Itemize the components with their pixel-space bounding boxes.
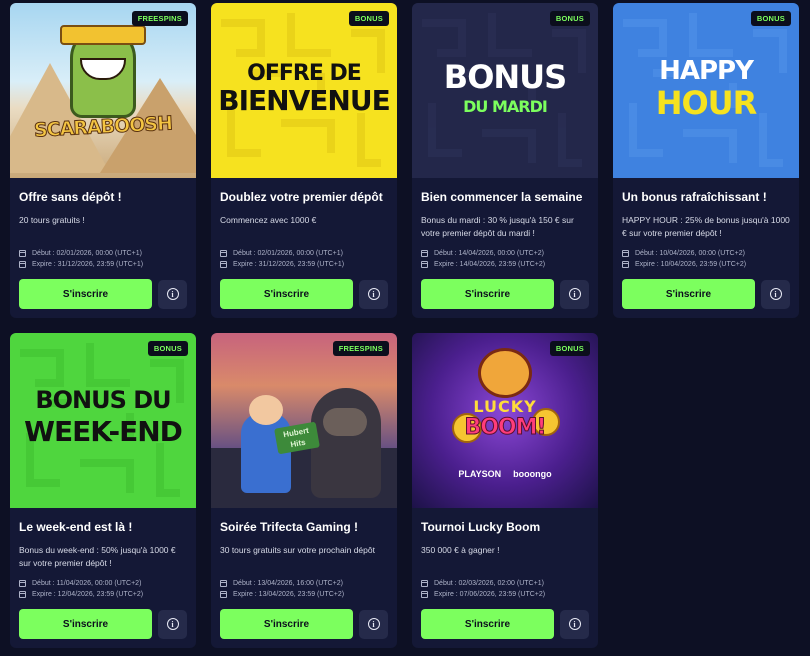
- info-button[interactable]: i: [359, 609, 388, 639]
- promotions-grid: SCARABOOSH FREESPINS Offre sans dépôt ! …: [10, 3, 800, 648]
- info-button[interactable]: i: [359, 279, 388, 309]
- promo-image-scarabosh[interactable]: SCARABOOSH FREESPINS: [10, 3, 196, 178]
- calendar-icon: [421, 591, 428, 598]
- calendar-icon: [19, 591, 26, 598]
- promo-image-bonus-mardi[interactable]: BONUS DU MARDI BONUS: [412, 3, 598, 178]
- promo-badge: FREESPINS: [332, 341, 389, 356]
- promo-badge: BONUS: [348, 11, 389, 26]
- promo-start-date: Début : 13/04/2026, 16:00 (UTC+2): [220, 578, 388, 589]
- calendar-icon: [421, 250, 428, 257]
- promo-start-date: Début : 10/04/2026, 00:00 (UTC+2): [622, 248, 790, 259]
- signup-button[interactable]: S'inscrire: [19, 279, 152, 309]
- promo-badge: FREESPINS: [131, 11, 188, 26]
- promo-start-date: Début : 14/04/2026, 00:00 (UTC+2): [421, 248, 589, 259]
- info-button[interactable]: i: [560, 609, 589, 639]
- art-title-line2: BOOM!: [464, 415, 547, 440]
- promo-expire-date: Expire : 13/04/2026, 23:59 (UTC+2): [220, 589, 388, 600]
- info-icon: i: [367, 288, 380, 300]
- art-title-line1: BONUS DU: [35, 386, 171, 414]
- art-title-line1: OFFRE DE: [247, 61, 362, 86]
- promo-expire-date: Expire : 07/06/2026, 23:59 (UTC+2): [421, 589, 589, 600]
- promo-badge: BONUS: [147, 341, 188, 356]
- info-icon: i: [166, 288, 179, 300]
- promo-image-happy-hour[interactable]: HAPPY HOUR BONUS: [613, 3, 799, 178]
- promo-title: Tournoi Lucky Boom: [421, 520, 541, 534]
- info-button[interactable]: i: [158, 609, 187, 639]
- promo-image-lucky-boom[interactable]: LUCKY BOOM! PLAYSON booongo BONUS: [412, 333, 598, 508]
- promo-title: Un bonus rafraîchissant !: [622, 190, 767, 204]
- info-icon: i: [367, 618, 380, 630]
- art-title-line1: BONUS: [443, 58, 567, 96]
- art-title-line2: BIENVENUE: [218, 84, 390, 117]
- promo-title: Doublez votre premier dépôt: [220, 190, 383, 204]
- info-button[interactable]: i: [761, 279, 790, 309]
- promo-badge: BONUS: [549, 341, 590, 356]
- signup-button[interactable]: S'inscrire: [220, 279, 353, 309]
- promo-card: BONUS DU MARDI BONUS Bien commencer la s…: [412, 3, 598, 318]
- calendar-icon: [19, 250, 26, 257]
- calendar-icon: [220, 580, 227, 587]
- info-icon: i: [568, 618, 581, 630]
- calendar-icon: [220, 261, 227, 268]
- promo-badge: BONUS: [750, 11, 791, 26]
- promo-title: Soirée Trifecta Gaming !: [220, 520, 359, 534]
- promo-description: Bonus du mardi : 30 % jusqu'à 150 € sur …: [421, 215, 574, 238]
- promo-start-date: Début : 11/04/2026, 00:00 (UTC+2): [19, 578, 187, 589]
- info-button[interactable]: i: [560, 279, 589, 309]
- info-icon: i: [568, 288, 581, 300]
- promo-badge: BONUS: [549, 11, 590, 26]
- promo-card: LUCKY BOOM! PLAYSON booongo BONUS Tourno…: [412, 333, 598, 648]
- promo-description: Bonus du week-end : 50% jusqu'à 1000 € s…: [19, 545, 176, 568]
- promo-card: HAPPY HOUR BONUS Un bonus rafraîchissant…: [613, 3, 799, 318]
- info-button[interactable]: i: [158, 279, 187, 309]
- promo-card: OFFRE DE BIENVENUE BONUS Doublez votre p…: [211, 3, 397, 318]
- promo-expire-date: Expire : 14/04/2026, 23:59 (UTC+2): [421, 259, 589, 270]
- promo-card: SCARABOOSH FREESPINS Offre sans dépôt ! …: [10, 3, 196, 318]
- promo-description: Commencez avec 1000 €: [220, 215, 317, 225]
- promo-expire-date: Expire : 31/12/2026, 23:59 (UTC+1): [19, 259, 187, 270]
- art-title-line1: HAPPY: [659, 56, 754, 86]
- calendar-icon: [220, 591, 227, 598]
- promo-description: HAPPY HOUR : 25% de bonus jusqu'à 1000 €…: [622, 215, 790, 238]
- info-icon: i: [769, 288, 782, 300]
- calendar-icon: [421, 261, 428, 268]
- promo-title: Le week-end est là !: [19, 520, 133, 534]
- booongo-logo: booongo: [513, 469, 552, 479]
- promo-start-date: Début : 02/03/2026, 02:00 (UTC+1): [421, 578, 589, 589]
- promo-card: BONUS DU WEEK-END BONUS Le week-end est …: [10, 333, 196, 648]
- promo-description: 20 tours gratuits !: [19, 215, 85, 225]
- art-provider-logos: PLAYSON booongo: [412, 469, 598, 479]
- signup-button[interactable]: S'inscrire: [220, 609, 353, 639]
- art-title-line1: LUCKY: [473, 397, 537, 416]
- signup-button[interactable]: S'inscrire: [421, 609, 554, 639]
- signup-button[interactable]: S'inscrire: [19, 609, 152, 639]
- promo-title: Offre sans dépôt !: [19, 190, 122, 204]
- promo-expire-date: Expire : 12/04/2026, 23:59 (UTC+2): [19, 589, 187, 600]
- promo-start-date: Début : 02/01/2026, 00:00 (UTC+1): [19, 248, 187, 259]
- signup-button[interactable]: S'inscrire: [421, 279, 554, 309]
- promo-image-offre-bienvenue[interactable]: OFFRE DE BIENVENUE BONUS: [211, 3, 397, 178]
- calendar-icon: [19, 580, 26, 587]
- promo-expire-date: Expire : 31/12/2026, 23:59 (UTC+1): [220, 259, 388, 270]
- promo-image-bonus-weekend[interactable]: BONUS DU WEEK-END BONUS: [10, 333, 196, 508]
- calendar-icon: [421, 580, 428, 587]
- calendar-icon: [19, 261, 26, 268]
- info-icon: i: [166, 618, 179, 630]
- art-title-line2: DU MARDI: [463, 97, 548, 116]
- promo-start-date: Début : 02/01/2026, 00:00 (UTC+1): [220, 248, 388, 259]
- promo-image-trifecta[interactable]: Hubert Hits FREESPINS: [211, 333, 397, 508]
- promo-description: 350 000 € à gagner !: [421, 545, 500, 555]
- calendar-icon: [220, 250, 227, 257]
- calendar-icon: [622, 261, 629, 268]
- promo-expire-date: Expire : 10/04/2026, 23:59 (UTC+2): [622, 259, 790, 270]
- promo-description: 30 tours gratuits sur votre prochain dép…: [220, 545, 375, 555]
- promo-card: Hubert Hits FREESPINS Soirée Trifecta Ga…: [211, 333, 397, 648]
- signup-button[interactable]: S'inscrire: [622, 279, 755, 309]
- art-title-line2: WEEK-END: [24, 415, 183, 448]
- art-title-line2: HOUR: [655, 84, 758, 122]
- promo-title: Bien commencer la semaine: [421, 190, 583, 204]
- playson-logo: PLAYSON: [458, 469, 502, 479]
- calendar-icon: [622, 250, 629, 257]
